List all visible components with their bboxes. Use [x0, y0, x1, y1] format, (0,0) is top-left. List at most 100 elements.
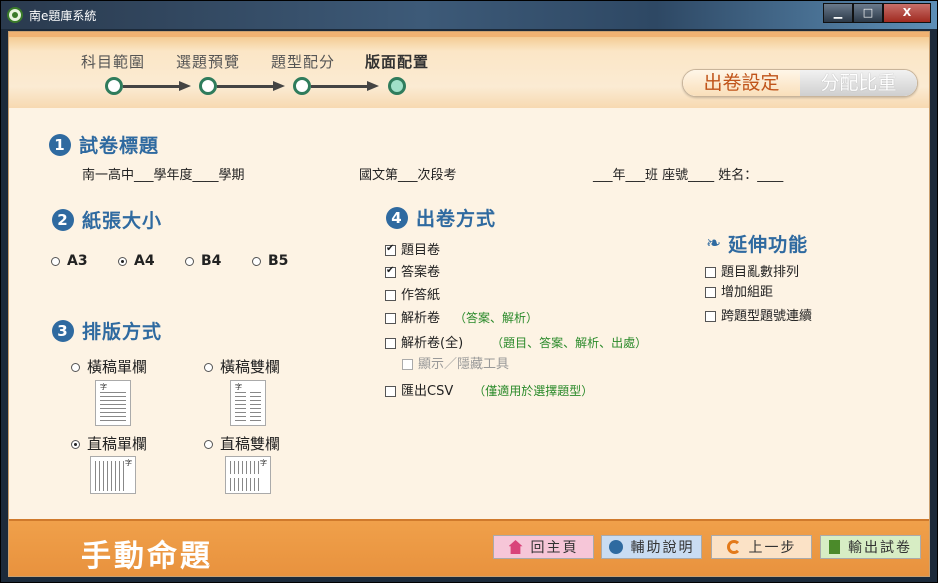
- export-csv-checkbox[interactable]: 匯出CSV （僅適用於選擇題型）: [385, 380, 593, 399]
- checkbox-label: 顯示／隱藏工具: [418, 357, 510, 372]
- checkbox-icon: [705, 311, 716, 322]
- section-paper-size-heading: 2 紙張大小: [52, 206, 162, 233]
- paper-a3-radio[interactable]: A3: [51, 253, 88, 269]
- back-button[interactable]: 上一步: [711, 535, 812, 559]
- radio-label: 橫稿單欄: [87, 358, 148, 376]
- checkbox-label: 匯出CSV: [401, 384, 454, 399]
- hint-text: （僅適用於選擇題型）: [473, 384, 594, 398]
- section-title: 試卷標題: [79, 135, 160, 157]
- step-arrow-icon: [179, 81, 191, 91]
- step-dot-4: [388, 77, 406, 95]
- section-number-badge: 2: [52, 208, 74, 231]
- tab-weight-allocation[interactable]: 分配比重: [800, 70, 917, 96]
- checkbox-label: 增加組距: [721, 285, 774, 300]
- document-icon: [829, 540, 840, 554]
- section-title: 延伸功能: [728, 234, 809, 256]
- radio-icon: [252, 256, 261, 266]
- checkbox-label: 跨題型題號連續: [721, 309, 813, 324]
- output-full-explanation-checkbox[interactable]: 解析卷(全) （題目、答案、解析、出處）: [385, 332, 647, 351]
- step-arrow-icon: [273, 81, 285, 91]
- app-logo-icon: [7, 7, 23, 23]
- step-layout[interactable]: 版面配置: [365, 51, 429, 72]
- section-number-badge: 3: [52, 319, 74, 342]
- checkbox-icon: [385, 290, 396, 301]
- step-dot-2: [199, 77, 217, 95]
- section-number-badge: 4: [386, 206, 408, 229]
- megaphone-icon: ❧: [706, 233, 723, 254]
- section-layout-heading: 3 排版方式: [52, 317, 162, 344]
- main-panel: 科目範圍 選題預覽 題型配分 版面配置 出卷設定 分配比重 1 試卷標題 南一高…: [8, 31, 930, 577]
- button-label: 上一步: [748, 540, 797, 556]
- checkbox-checked-icon: [385, 265, 396, 278]
- checkbox-icon: [385, 313, 396, 324]
- title-bar[interactable]: 南e題庫系統 ▁ □ X: [1, 1, 937, 29]
- output-exam-button[interactable]: 輸出試卷: [820, 535, 921, 559]
- checkbox-label: 題目亂數排列: [721, 265, 800, 280]
- layout-horizontal-single-radio[interactable]: 橫稿單欄: [71, 356, 147, 377]
- output-question-sheet-checkbox[interactable]: 題目卷: [385, 239, 440, 258]
- paper-a4-radio[interactable]: A4: [118, 253, 155, 269]
- toggle-tools-checkbox: 顯示／隱藏工具: [402, 353, 509, 372]
- radio-label: B4: [201, 253, 222, 269]
- help-button[interactable]: 輔助說明: [601, 535, 702, 559]
- section-title: 排版方式: [82, 321, 163, 343]
- speech-bubble-icon: [608, 540, 623, 554]
- home-button[interactable]: 回主頁: [493, 535, 594, 559]
- radio-label: B5: [268, 253, 289, 269]
- window-title: 南e題庫系統: [29, 9, 97, 23]
- button-label: 輸出試卷: [848, 540, 912, 556]
- radio-selected-icon: [71, 440, 80, 449]
- mode-title: 手動命題: [81, 539, 213, 574]
- step-preview[interactable]: 選題預覽: [176, 51, 240, 72]
- step-scoring[interactable]: 題型配分: [271, 51, 335, 72]
- step-arrow-icon: [367, 81, 379, 91]
- section-output-heading: 4 出卷方式: [386, 204, 496, 231]
- radio-label: A4: [134, 253, 155, 269]
- button-label: 回主頁: [530, 540, 579, 556]
- exam-title-student-field[interactable]: ___年___班 座號____ 姓名：____: [593, 164, 783, 183]
- output-answer-sheet-checkbox[interactable]: 答案卷: [385, 261, 440, 280]
- layout-vertical-single-radio[interactable]: 直稿單欄: [71, 433, 147, 454]
- maximize-button[interactable]: □: [853, 3, 883, 23]
- radio-icon: [71, 363, 80, 372]
- step-connector: [217, 85, 273, 88]
- section-number-badge: 1: [49, 133, 71, 156]
- hint-text: （答案、解析）: [454, 311, 539, 325]
- step-connector: [123, 85, 179, 88]
- home-icon: [508, 540, 523, 554]
- checkbox-disabled-icon: [402, 359, 413, 370]
- layout-vertical-double-radio[interactable]: 直稿雙欄: [204, 433, 280, 454]
- add-group-spacing-checkbox[interactable]: 增加組距: [705, 281, 773, 300]
- minimize-button[interactable]: ▁: [823, 3, 853, 23]
- layout-horizontal-double-radio[interactable]: 橫稿雙欄: [204, 356, 280, 377]
- hint-text: （題目、答案、解析、出處）: [491, 336, 648, 350]
- radio-label: 直稿雙欄: [220, 435, 281, 453]
- button-label: 輔助說明: [630, 540, 695, 556]
- checkbox-label: 題目卷: [401, 243, 441, 258]
- checkbox-icon: [705, 267, 716, 278]
- radio-icon: [51, 256, 60, 266]
- checkbox-icon: [705, 287, 716, 298]
- shuffle-questions-checkbox[interactable]: 題目亂數排列: [705, 261, 799, 280]
- paper-b4-radio[interactable]: B4: [185, 253, 221, 269]
- vertical-single-preview-icon: 字: [90, 456, 136, 494]
- paper-b5-radio[interactable]: B5: [252, 253, 288, 269]
- checkbox-label: 解析卷: [401, 311, 441, 326]
- tab-exam-settings[interactable]: 出卷設定: [683, 70, 800, 96]
- step-subject-range[interactable]: 科目範圍: [81, 51, 145, 72]
- mode-toggle: 出卷設定 分配比重: [682, 69, 918, 97]
- output-explanation-checkbox[interactable]: 解析卷 （答案、解析）: [385, 307, 538, 326]
- exam-title-subject-field[interactable]: 國文第___次段考: [359, 164, 457, 183]
- exam-title-school-field[interactable]: 南一高中___學年度____學期: [82, 164, 245, 183]
- step-bar: 科目範圍 選題預覽 題型配分 版面配置 出卷設定 分配比重: [9, 32, 929, 108]
- radio-label: A3: [67, 253, 88, 269]
- step-dot-1: [105, 77, 123, 95]
- radio-label: 直稿單欄: [87, 435, 148, 453]
- output-answer-paper-checkbox[interactable]: 作答紙: [385, 284, 440, 303]
- section-title: 出卷方式: [416, 208, 497, 230]
- bottom-bar: 手動命題 回主頁 輔助說明 上一步 輸出試卷: [9, 519, 929, 576]
- section-exam-title-heading: 1 試卷標題: [49, 131, 159, 158]
- section-title: 紙張大小: [82, 210, 163, 232]
- close-button[interactable]: X: [883, 3, 931, 23]
- continuous-numbering-checkbox[interactable]: 跨題型題號連續: [705, 305, 812, 324]
